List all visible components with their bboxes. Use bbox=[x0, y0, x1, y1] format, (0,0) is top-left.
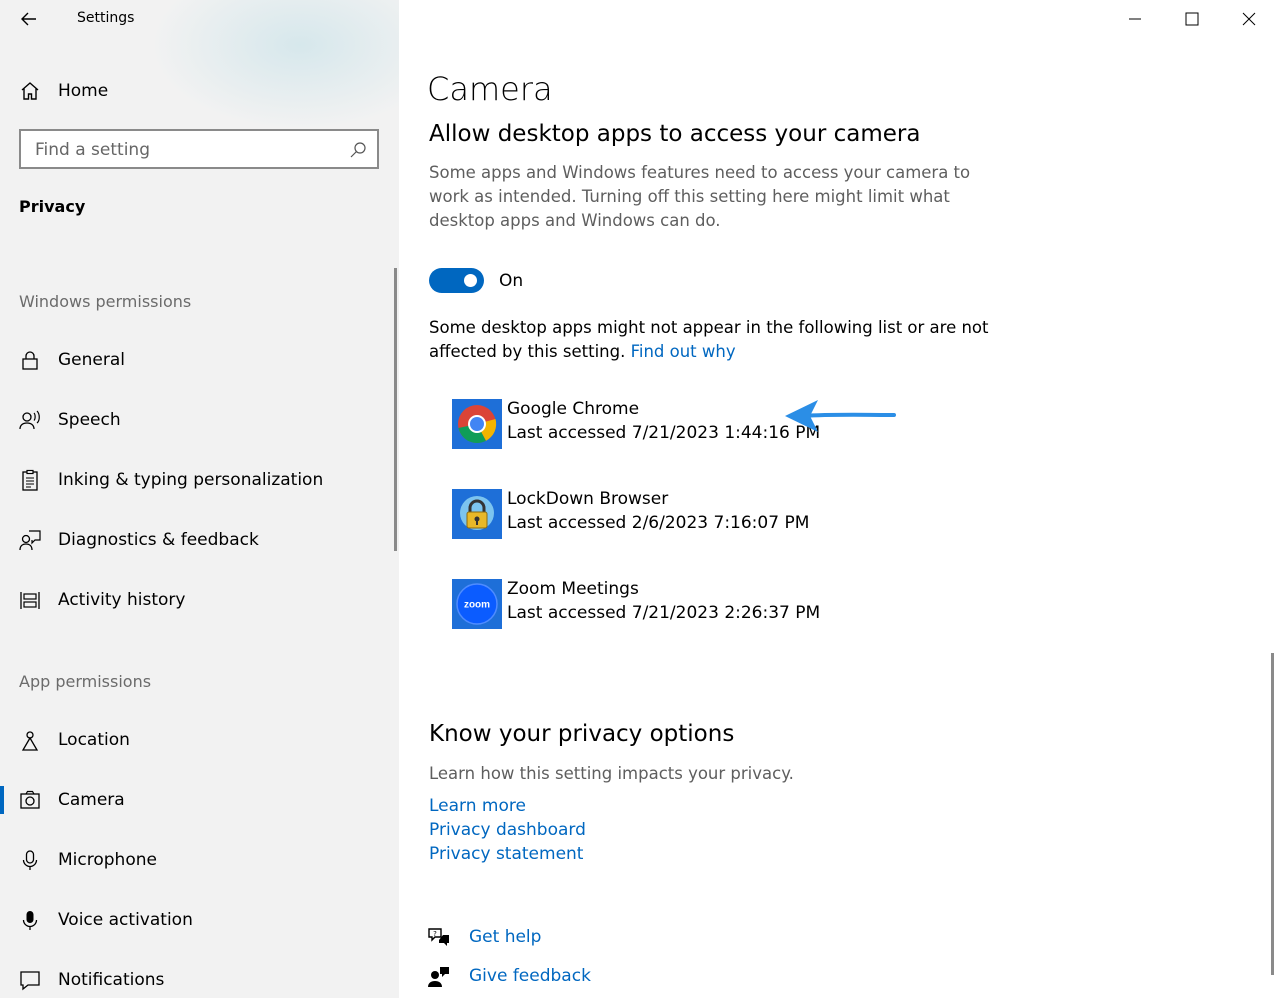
svg-text:zoom: zoom bbox=[464, 600, 490, 611]
sidebar-item-label: Camera bbox=[58, 790, 125, 810]
section-heading: Allow desktop apps to access your camera bbox=[429, 121, 921, 147]
list-item-app: LockDown Browser Last accessed 2/6/2023 … bbox=[452, 489, 912, 541]
sidebar-item-location[interactable]: Location bbox=[0, 720, 396, 760]
section-description: Some apps and Windows features need to a… bbox=[429, 163, 971, 230]
privacy-dashboard-link[interactable]: Privacy dashboard bbox=[429, 818, 586, 842]
app-permissions-header: App permissions bbox=[19, 672, 152, 691]
timeline-icon bbox=[19, 589, 41, 611]
sidebar-item-label: Inking & typing personalization bbox=[58, 470, 324, 490]
feedback-person-icon bbox=[19, 529, 41, 551]
sidebar-item-general[interactable]: General bbox=[0, 340, 396, 380]
app-last-accessed: Last accessed 7/21/2023 2:26:37 PM bbox=[507, 603, 821, 623]
app-name: Google Chrome bbox=[507, 399, 640, 419]
clipboard-icon bbox=[19, 469, 41, 491]
search-placeholder: Find a setting bbox=[35, 140, 150, 160]
sidebar-item-voice-activation[interactable]: Voice activation bbox=[0, 900, 396, 940]
sidebar-item-diagnostics-feedback[interactable]: Diagnostics & feedback bbox=[0, 520, 396, 560]
main-scrollbar[interactable] bbox=[1271, 653, 1274, 975]
app-name: LockDown Browser bbox=[507, 489, 669, 509]
zoom-icon: zoom bbox=[452, 579, 502, 629]
notifications-icon bbox=[19, 969, 41, 991]
back-arrow-icon[interactable] bbox=[18, 8, 40, 30]
sidebar-item-speech[interactable]: Speech bbox=[0, 400, 396, 440]
toggle-knob bbox=[464, 274, 477, 287]
sidebar-item-activity-history[interactable]: Activity history bbox=[0, 580, 396, 620]
sidebar-item-camera[interactable]: Camera bbox=[0, 780, 396, 820]
privacy-statement-link[interactable]: Privacy statement bbox=[429, 842, 586, 866]
list-item-app: zoom Zoom Meetings Last accessed 7/21/20… bbox=[452, 579, 912, 631]
camera-access-toggle[interactable] bbox=[429, 268, 484, 293]
privacy-links: Learn more Privacy dashboard Privacy sta… bbox=[429, 794, 586, 866]
voice-activation-icon bbox=[19, 909, 41, 931]
home-button[interactable]: Home bbox=[0, 74, 399, 108]
windows-permissions-header: Windows permissions bbox=[19, 292, 192, 311]
main-content: Camera Allow desktop apps to access your… bbox=[399, 0, 1276, 998]
sidebar-scrollbar[interactable] bbox=[394, 268, 397, 551]
app-last-accessed: Last accessed 2/6/2023 7:16:07 PM bbox=[507, 513, 810, 533]
get-help-link[interactable]: Get help bbox=[469, 927, 541, 947]
apps-note: Some desktop apps might not appear in th… bbox=[429, 316, 989, 364]
help-chat-icon: ? bbox=[427, 926, 451, 950]
sidebar-item-notifications[interactable]: Notifications bbox=[0, 960, 396, 998]
toggle-state-label: On bbox=[499, 271, 524, 291]
app-name: Zoom Meetings bbox=[507, 579, 639, 599]
get-help-row[interactable]: ? Get help bbox=[427, 924, 727, 952]
search-input[interactable]: Find a setting bbox=[19, 129, 379, 169]
sidebar-item-label: Location bbox=[58, 730, 130, 750]
home-icon bbox=[19, 80, 41, 102]
privacy-options-description: Learn how this setting impacts your priv… bbox=[429, 764, 794, 783]
svg-text:?: ? bbox=[433, 930, 437, 938]
lockdown-browser-icon bbox=[452, 489, 502, 539]
speech-icon bbox=[19, 409, 41, 431]
privacy-options-heading: Know your privacy options bbox=[429, 721, 735, 747]
sidebar-item-label: General bbox=[58, 350, 125, 370]
give-feedback-icon bbox=[427, 965, 451, 989]
microphone-icon bbox=[19, 849, 41, 871]
search-icon[interactable] bbox=[349, 141, 367, 159]
annotation-arrow-icon bbox=[782, 395, 897, 437]
sidebar-item-label: Microphone bbox=[58, 850, 157, 870]
sidebar-item-inking-typing[interactable]: Inking & typing personalization bbox=[0, 460, 396, 500]
home-label: Home bbox=[58, 81, 109, 101]
sidebar-item-microphone[interactable]: Microphone bbox=[0, 840, 396, 880]
camera-icon bbox=[19, 789, 41, 811]
lock-icon bbox=[19, 349, 41, 371]
sidebar-item-label: Notifications bbox=[58, 970, 165, 990]
sidebar: Settings Home Find a setting Privacy Win… bbox=[0, 0, 399, 998]
learn-more-link[interactable]: Learn more bbox=[429, 794, 586, 818]
location-icon bbox=[19, 729, 41, 751]
give-feedback-row[interactable]: Give feedback bbox=[427, 963, 727, 991]
sidebar-item-label: Speech bbox=[58, 410, 121, 430]
app-last-accessed: Last accessed 7/21/2023 1:44:16 PM bbox=[507, 423, 821, 443]
find-out-why-link[interactable]: Find out why bbox=[631, 342, 736, 361]
privacy-section-title: Privacy bbox=[19, 197, 86, 216]
chrome-icon bbox=[452, 399, 502, 449]
page-title: Camera bbox=[427, 70, 553, 108]
sidebar-item-label: Activity history bbox=[58, 590, 186, 610]
sidebar-item-label: Voice activation bbox=[58, 910, 193, 930]
window-title: Settings bbox=[77, 10, 135, 26]
give-feedback-link[interactable]: Give feedback bbox=[469, 966, 591, 986]
sidebar-item-label: Diagnostics & feedback bbox=[58, 530, 259, 550]
